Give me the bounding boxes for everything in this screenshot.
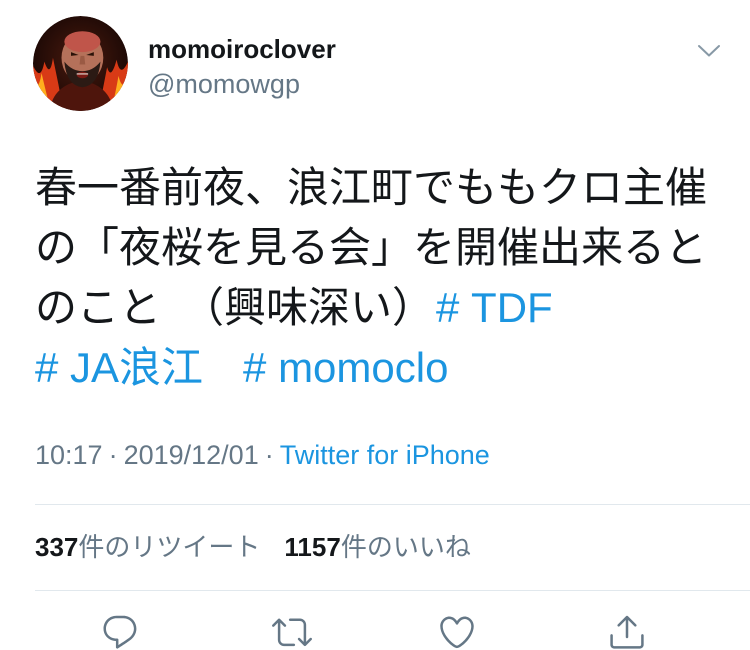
- tweet-text-line: の「夜桜を見る会」を開催出来ると: [35, 218, 735, 278]
- share-icon: [610, 615, 644, 649]
- tweet-text-line: のこと （興味深い）# TDF: [35, 278, 735, 338]
- tweet-text-segment: の「夜桜を見る会」を開催出来ると: [35, 224, 708, 271]
- hashtag-link-momoclo[interactable]: # momoclo: [243, 344, 448, 391]
- reply-icon: [103, 615, 137, 649]
- divider: [35, 590, 750, 591]
- retweet-button[interactable]: [272, 612, 312, 650]
- divider: [35, 504, 750, 505]
- like-count: 1157: [284, 532, 341, 562]
- tweet-menu-button[interactable]: [692, 38, 726, 64]
- tweet-text: 春一番前夜、浪江町でももクロ主催 の「夜桜を見る会」を開催出来ると のこと （興…: [35, 158, 735, 398]
- meta-separator: ·: [108, 440, 118, 470]
- hashtag-link-ja-namie[interactable]: # JA浪江: [35, 344, 203, 391]
- tweet-date: 2019/12/01: [123, 440, 259, 470]
- reply-button[interactable]: [100, 612, 140, 650]
- avatar[interactable]: [33, 16, 128, 111]
- hashtag-link-tdf[interactable]: # TDF: [436, 284, 553, 331]
- avatar-image: [33, 16, 128, 111]
- tweet-meta: 10:17 · 2019/12/01 · Twitter for iPhone: [35, 438, 490, 472]
- like-button[interactable]: [437, 612, 477, 650]
- retweet-label: 件のリツイート: [78, 532, 261, 562]
- chevron-down-icon: [698, 45, 720, 57]
- retweet-count: 337: [35, 532, 79, 562]
- likes-stat[interactable]: 1157件のいいね: [284, 532, 470, 562]
- author-handle[interactable]: @momowgp: [148, 67, 300, 101]
- tweet-time: 10:17: [35, 440, 103, 470]
- heart-icon: [440, 616, 474, 649]
- tweet-detail-view: momoiroclover @momowgp 春一番前夜、浪江町でももクロ主催 …: [0, 0, 750, 650]
- tweet-text-line: 春一番前夜、浪江町でももクロ主催: [35, 158, 735, 218]
- retweet-icon: [272, 618, 312, 647]
- retweets-stat[interactable]: 337件のリツイート: [35, 532, 260, 562]
- tweet-text-line: # JA浪江 # momoclo: [35, 338, 735, 398]
- tweet-stats: 337件のリツイート 1157件のいいね: [35, 530, 471, 564]
- meta-separator: ·: [264, 440, 274, 470]
- tweet-source-link[interactable]: Twitter for iPhone: [280, 440, 490, 470]
- share-button[interactable]: [607, 612, 647, 650]
- tweet-text-segment: のこと （興味深い）: [35, 284, 435, 331]
- author-display-name[interactable]: momoiroclover: [148, 32, 336, 66]
- tweet-text-segment: 春一番前夜、浪江町でももクロ主催: [35, 164, 708, 211]
- like-label: 件のいいね: [340, 532, 471, 562]
